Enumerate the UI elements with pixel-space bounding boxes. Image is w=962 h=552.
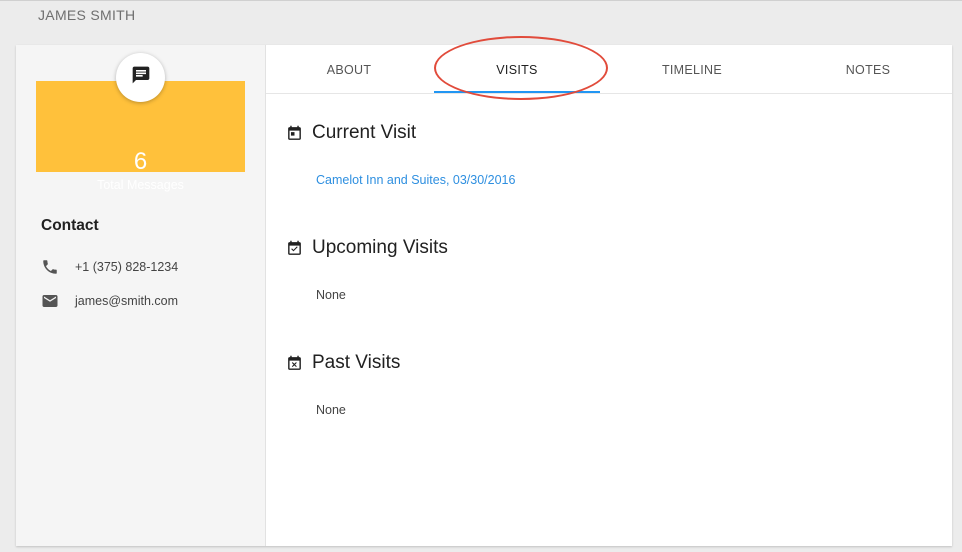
active-tab-indicator <box>434 91 600 93</box>
calendar-check-icon <box>285 239 303 257</box>
past-visits-value: None <box>316 403 346 417</box>
current-visit-link[interactable]: Camelot Inn and Suites, 03/30/2016 <box>316 173 515 187</box>
tab-about[interactable]: ABOUT <box>266 45 432 94</box>
main-panel: ABOUT VISITS TIMELINE NOTES Current Visi… <box>266 36 952 546</box>
profile-card: 6 Total Messages Contact +1 (375) 828-12… <box>16 36 952 546</box>
message-icon <box>131 65 151 90</box>
calendar-remove-icon <box>285 354 303 372</box>
upcoming-visits-title: Upcoming Visits <box>312 237 448 258</box>
upcoming-visits-heading: Upcoming Visits <box>285 237 448 259</box>
tab-timeline[interactable]: TIMELINE <box>609 45 775 94</box>
messages-label: Total Messages <box>97 178 184 192</box>
past-visits-title: Past Visits <box>312 352 401 373</box>
sidebar: 6 Total Messages Contact +1 (375) 828-12… <box>16 45 266 546</box>
upcoming-visits-value: None <box>316 288 346 302</box>
tab-bar: ABOUT VISITS TIMELINE NOTES <box>266 36 952 100</box>
messages-count: 6 <box>133 148 148 175</box>
phone-number: +1 (375) 828-1234 <box>75 260 179 274</box>
messages-button[interactable] <box>116 53 165 102</box>
contact-phone[interactable]: +1 (375) 828-1234 <box>41 258 178 276</box>
contact-email[interactable]: james@smith.com <box>41 292 178 310</box>
calendar-today-icon <box>285 124 303 142</box>
contact-heading: Contact <box>41 217 99 234</box>
current-visit-title: Current Visit <box>312 122 417 143</box>
page-title: JAMES SMITH <box>38 7 136 23</box>
top-divider <box>0 0 962 1</box>
tab-notes[interactable]: NOTES <box>785 45 951 94</box>
tab-visits[interactable]: VISITS <box>434 45 600 94</box>
phone-icon <box>41 258 59 276</box>
email-address: james@smith.com <box>75 294 178 308</box>
email-icon <box>41 292 59 310</box>
past-visits-heading: Past Visits <box>285 352 400 374</box>
current-visit-heading: Current Visit <box>285 122 416 144</box>
